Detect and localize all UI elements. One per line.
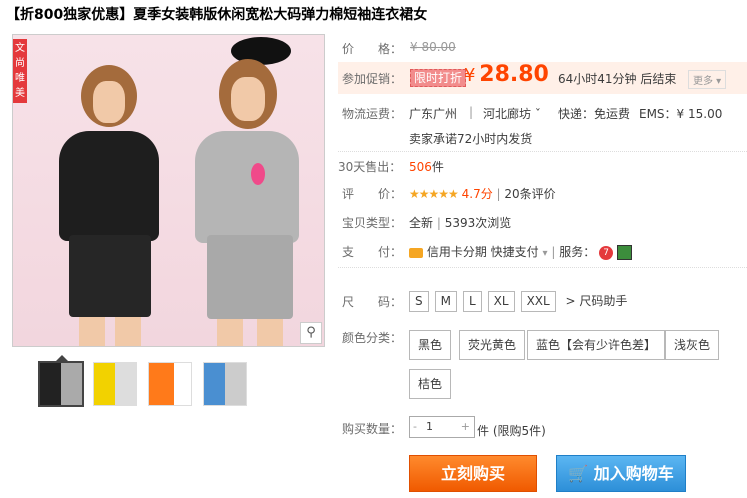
ship-to-dropdown[interactable]: 河北廊坊 ˇ [483,105,541,122]
quantity-stepper[interactable]: - 1 + [409,416,475,438]
condition-label: 宝贝类型： [342,216,403,230]
model-right-skirt [207,235,293,319]
service-label: 服务： [559,245,596,259]
divider [338,267,747,268]
color-option[interactable]: 黑色 [409,330,452,360]
model-right-leg [257,319,283,346]
condition-value: 全新 [409,216,434,230]
color-option[interactable]: 桔色 [409,369,452,399]
more-promos-button[interactable]: 更多 ▾ [688,70,727,89]
quantity-minus[interactable]: - [413,417,417,437]
ship-from: 广东广州 [409,107,458,121]
sales-unit: 件 [431,160,444,174]
model-right-top [195,131,299,243]
payment-label: 支 付： [342,245,403,259]
countdown-text: 64小时41分钟 后结束 [558,72,677,86]
model-right-leg [217,319,243,346]
price-label: 价 格： [342,42,403,56]
model-right-face [231,77,265,121]
limited-discount-tag: 限时打折 [410,69,467,87]
chevron-down-icon[interactable]: ▾ [543,248,548,259]
cart-icon: 🛒 [568,464,589,483]
promo-label: 参加促销： [342,72,403,86]
sales-label: 30天售出： [338,160,402,174]
divider [338,151,747,152]
quantity-input[interactable]: 1 [426,417,433,437]
credit-installment[interactable]: 信用卡分期 [427,245,487,259]
ship-divider: | [469,105,474,119]
magnifier-icon[interactable]: ⚲ [300,322,322,344]
size-option[interactable]: XXL [520,291,556,312]
size-option[interactable]: L [462,291,482,312]
brand-badge: 文尚唯美 [13,39,27,103]
shipping-label: 物流运费： [342,107,403,121]
size-options: S M L XL XXL > 尺码助手 [409,291,627,312]
sales-count: 506 [409,160,432,174]
seven-day-return-icon[interactable]: 7 [599,245,614,260]
model-left-skirt [69,235,151,317]
size-option[interactable]: XL [487,291,515,312]
view-count: 5393次浏览 [444,216,512,230]
add-to-cart-button[interactable]: 🛒 加入购物车 [556,455,686,492]
quantity-limit: 件 (限购5件) [477,424,546,438]
rating-score: 4.7分 [461,187,493,201]
quantity-label: 购买数量： [342,422,403,436]
main-product-image[interactable]: 文尚唯美 ⚲ [12,34,325,347]
ems-fee: EMS：¥ 15.00 [639,107,723,121]
buy-now-button[interactable]: 立刻购买 [409,455,537,492]
model-left-top [59,131,159,241]
thumbnail-1[interactable] [38,361,84,407]
pendant-decoration [251,163,265,185]
credit-card-icon [409,247,423,258]
size-label: 尺 码： [342,295,403,309]
quick-pay[interactable]: 快捷支付 [491,245,539,259]
size-option[interactable]: S [409,291,429,312]
thumbnail-2[interactable] [93,362,137,406]
original-price: ¥ 80.00 [410,40,456,54]
ship-promise: 卖家承诺72小时内发货 [409,132,533,146]
currency-symbol: ¥ [464,65,476,86]
rating-label: 评 价： [342,187,403,201]
promo-price: 28.80 [479,62,549,87]
thumbnail-4[interactable] [203,362,247,406]
color-option[interactable]: 浅灰色 [665,330,720,360]
color-label: 颜色分类： [342,331,403,345]
color-option[interactable]: 荧光黄色 [459,330,526,360]
thumbnail-3[interactable] [148,362,192,406]
size-option[interactable]: M [434,291,457,312]
model-left-leg [79,317,105,346]
quantity-plus[interactable]: + [461,417,470,437]
size-helper-link[interactable]: > 尺码助手 [566,294,628,308]
color-option[interactable]: 蓝色【会有少许色差】 [527,330,666,360]
rating-stars: ★★★★★ [409,187,459,201]
model-left-leg [115,317,141,346]
reviews-link[interactable]: 20条评价 [504,187,555,201]
model-left-face [93,81,125,123]
express-fee: 快递：免运费 [558,107,631,121]
guarantee-icon[interactable] [616,245,632,260]
product-title: 【折800独家优惠】夏季女装韩版休闲宽松大码弹力棉短袖连衣裙女 [6,7,428,23]
